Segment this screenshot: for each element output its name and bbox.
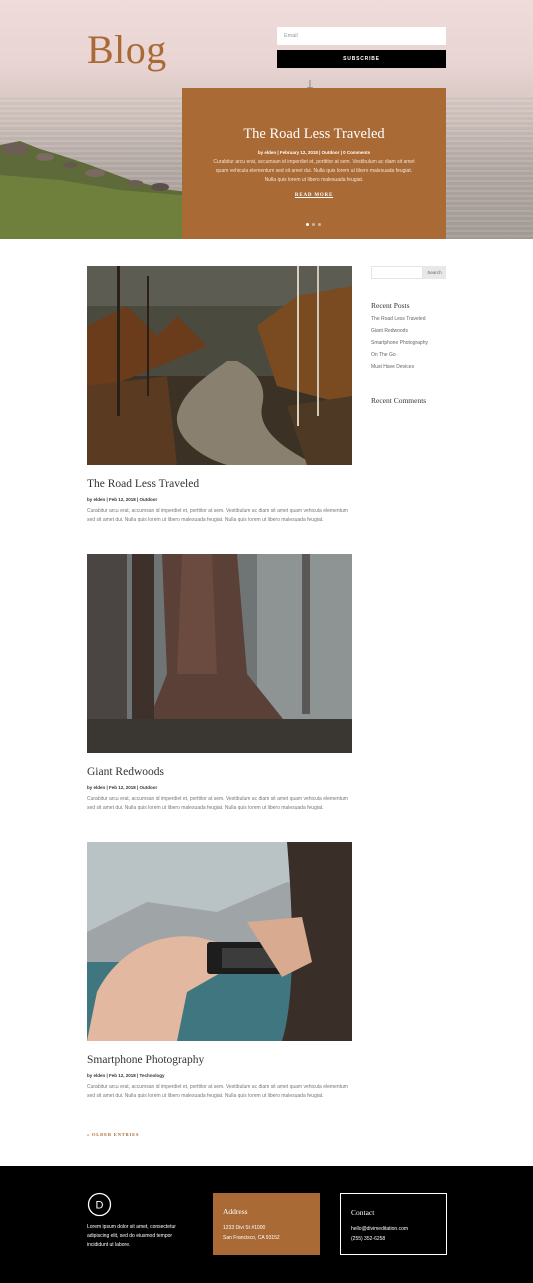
post-image-smartphone[interactable] [87, 842, 352, 1041]
contact-email-link[interactable]: hello@divimeditation.com [351, 1224, 408, 1234]
older-entries-link[interactable]: « OLDER ENTRIES [87, 1132, 139, 1137]
post-title[interactable]: The Road Less Traveled [87, 478, 199, 490]
post-title[interactable]: Giant Redwoods [87, 766, 164, 778]
recent-post-link[interactable]: Smartphone Photography [371, 339, 428, 351]
footer-about: Lorem ipsum dolor sit amet, consectetur … [87, 1224, 176, 1248]
slider-meta: by elden | February 12, 2018 | Outdoor |… [257, 150, 371, 155]
slider-dots [306, 223, 321, 226]
slider-dot-1[interactable] [306, 223, 309, 226]
slider-excerpt: Curabitur arcu erat, accumsan id imperdi… [213, 159, 415, 183]
post-meta: by elden | Feb 12, 2018 | Outdoor [87, 785, 158, 790]
address-box: Address 1233 Divi St #1000 San Francisco… [213, 1193, 320, 1255]
page-title: Blog [87, 27, 167, 72]
footer: D Lorem ipsum dolor sit amet, consectetu… [0, 1166, 533, 1283]
post-title[interactable]: Smartphone Photography [87, 1054, 204, 1066]
contact-heading: Contact [351, 1208, 375, 1217]
read-more-link[interactable]: READ MORE [182, 193, 446, 198]
featured-post-slider: The Road Less Traveled by elden | Februa… [182, 88, 446, 239]
address-line: 1233 Divi St #1000 [223, 1225, 266, 1231]
slider-dot-3[interactable] [318, 223, 321, 226]
subscribe-button[interactable]: SUBSCRIBE [277, 50, 446, 68]
post-meta: by elden | Feb 12, 2018 | Technology [87, 1073, 165, 1078]
contact-phone: (255) 352-6258 [351, 1236, 386, 1242]
address-lines: 1233 Divi St #1000 San Francisco, CA 931… [223, 1223, 280, 1243]
contact-lines: hello@divimeditation.com (255) 352-6258 [351, 1224, 408, 1244]
search-button[interactable]: Search [423, 266, 446, 279]
recent-posts-heading: Recent Posts [371, 301, 410, 310]
slider-dot-2[interactable] [312, 223, 315, 226]
recent-post-link[interactable]: Giant Redwoods [371, 327, 428, 339]
post-image-redwoods[interactable] [87, 554, 352, 753]
search-input[interactable] [371, 266, 423, 279]
email-field[interactable]: Email [277, 27, 446, 45]
contact-box: Contact hello@divimeditation.com (255) 3… [340, 1193, 447, 1255]
hero-section: Blog Email SUBSCRIBE The Road Less Trave… [0, 0, 533, 239]
recent-post-link[interactable]: Must Have Devices [371, 363, 428, 375]
recent-posts-list: The Road Less Traveled Giant Redwoods Sm… [371, 315, 428, 375]
coast-rocks-image [0, 141, 200, 239]
post-meta: by elden | Feb 12, 2018 | Outdoor [87, 497, 158, 502]
recent-post-link[interactable]: The Road Less Traveled [371, 315, 428, 327]
post-excerpt: Curabitur arcu erat, accumsan id imperdi… [87, 1084, 348, 1100]
post-excerpt: Curabitur arcu erat, accumsan id imperdi… [87, 796, 348, 812]
post-excerpt: Curabitur arcu erat, accumsan id imperdi… [87, 508, 348, 524]
address-heading: Address [223, 1207, 248, 1216]
svg-text:D: D [96, 1200, 104, 1212]
divi-logo-icon: D [87, 1192, 112, 1217]
post-image-road[interactable] [87, 266, 352, 465]
recent-comments-heading: Recent Comments [371, 396, 427, 405]
recent-post-link[interactable]: On The Go [371, 351, 428, 363]
address-line: San Francisco, CA 93152 [223, 1235, 280, 1241]
slider-title[interactable]: The Road Less Traveled [182, 126, 446, 143]
